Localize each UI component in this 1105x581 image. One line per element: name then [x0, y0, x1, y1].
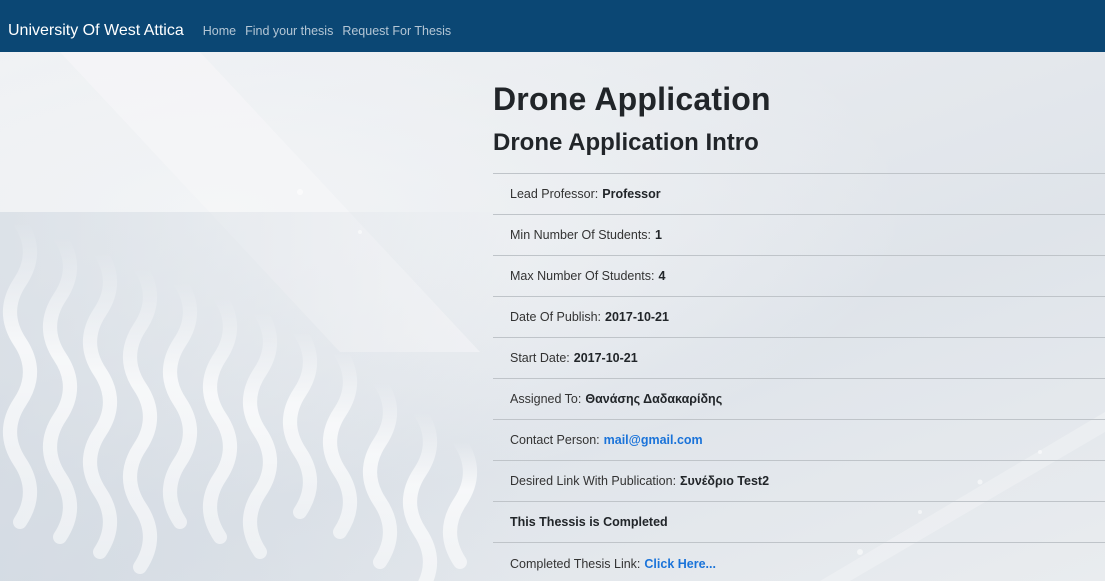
thesis-title: Drone Application	[493, 81, 771, 117]
detail-value: Professor	[602, 187, 661, 201]
contact-email-link[interactable]: mail@gmail.com	[604, 433, 703, 447]
detail-min-students: Min Number Of Students: 1	[493, 215, 1105, 256]
detail-value: 1	[655, 228, 662, 242]
thesis-subtitle: Drone Application Intro	[493, 129, 759, 156]
nav-home-link[interactable]: Home	[203, 21, 236, 41]
detail-label: Max Number Of Students:	[510, 269, 655, 283]
detail-start-date: Start Date: 2017-10-21	[493, 338, 1105, 379]
detail-value: Συνέδριο Test2	[680, 474, 770, 488]
detail-lead-professor: Lead Professor: Professor	[493, 174, 1105, 215]
detail-label: Min Number Of Students:	[510, 228, 652, 242]
detail-label: Lead Professor:	[510, 187, 599, 201]
thesis-status: This Thessis is Completed	[493, 502, 1105, 543]
thesis-details-panel: Drone Application Drone Application Intr…	[493, 78, 1105, 581]
detail-label: Date Of Publish:	[510, 310, 602, 324]
detail-contact-person: Contact Person: mail@gmail.com	[493, 420, 1105, 461]
nav-request-thesis-link[interactable]: Request For Thesis	[342, 21, 451, 41]
nav-find-thesis-link[interactable]: Find your thesis	[245, 21, 333, 41]
detail-label: Completed Thesis Link:	[510, 556, 641, 571]
detail-label: Start Date:	[510, 351, 570, 365]
detail-assigned-to: Assigned To: Θανάσης Δαδακαρίδης	[493, 379, 1105, 420]
completed-thesis-link[interactable]: Click Here...	[644, 557, 716, 571]
detail-value: 2017-10-21	[605, 310, 669, 324]
detail-max-students: Max Number Of Students: 4	[493, 256, 1105, 297]
detail-label: Assigned To:	[510, 392, 582, 406]
detail-value: Θανάσης Δαδακαρίδης	[585, 392, 723, 406]
top-navbar: University Of West Attica Home Find your…	[0, 0, 1105, 52]
detail-label: Desired Link With Publication:	[510, 474, 677, 488]
brand-link[interactable]: University Of West Attica	[8, 21, 184, 41]
detail-value: 2017-10-21	[573, 351, 638, 365]
detail-date-of-publish: Date Of Publish: 2017-10-21	[493, 297, 1105, 338]
detail-desired-link: Desired Link With Publication: Συνέδριο …	[493, 461, 1105, 502]
detail-completed-link: Completed Thesis Link: Click Here...	[493, 543, 1105, 581]
detail-label: Contact Person:	[510, 433, 600, 447]
thesis-details-list: Lead Professor: Professor Min Number Of …	[493, 173, 1105, 581]
detail-value: 4	[658, 269, 666, 283]
